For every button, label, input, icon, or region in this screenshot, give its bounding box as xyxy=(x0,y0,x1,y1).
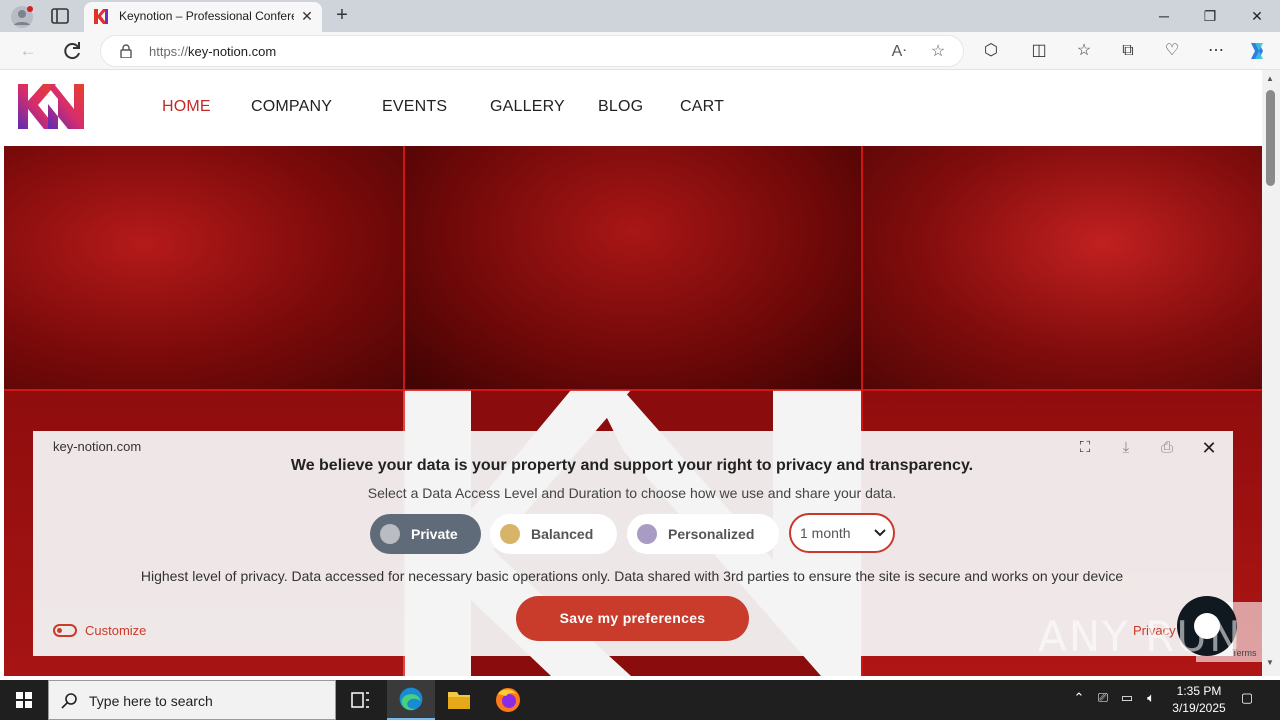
refresh-icon[interactable] xyxy=(60,39,84,63)
profile-icon[interactable] xyxy=(10,5,34,29)
favorites-icon[interactable]: ☆ xyxy=(1073,40,1095,62)
network-icon[interactable]: ▭ xyxy=(1118,690,1136,710)
nav-blog-link[interactable]: BLOG xyxy=(598,98,643,116)
notifications-icon[interactable]: ▢ xyxy=(1238,690,1256,710)
toggle-icon[interactable] xyxy=(53,624,77,637)
scroll-down-icon[interactable]: ▼ xyxy=(1266,658,1274,667)
back-button[interactable]: ← xyxy=(16,39,40,63)
firefox-icon[interactable] xyxy=(484,680,532,720)
consent-domain: key-notion.com xyxy=(53,439,142,454)
nav-cart-link[interactable]: CART xyxy=(680,98,724,116)
hero-photo-center xyxy=(405,146,861,389)
download-icon[interactable]: ⤓ xyxy=(1115,437,1137,459)
close-window-button[interactable]: ✕ xyxy=(1234,0,1280,32)
settings-more-icon[interactable]: ⋯ xyxy=(1205,40,1227,62)
level-personalized-dot xyxy=(637,524,657,544)
level-label: Personalized xyxy=(668,526,755,542)
chevron-down-icon xyxy=(874,529,886,537)
fullscreen-icon[interactable]: ⛶ xyxy=(1074,437,1096,459)
nav-company-link[interactable]: COMPANY xyxy=(251,98,332,116)
level-private-dot xyxy=(380,524,400,544)
taskbar-clock[interactable]: 1:35 PM 3/19/2025 xyxy=(1160,683,1238,717)
keynotion-favicon-icon xyxy=(94,9,108,24)
search-placeholder: Type here to search xyxy=(89,693,213,709)
file-explorer-icon[interactable] xyxy=(435,680,483,720)
level-balanced-button[interactable]: Balanced xyxy=(490,514,617,554)
clock-date: 3/19/2025 xyxy=(1172,701,1226,715)
consent-subtitle: Select a Data Access Level and Duration … xyxy=(367,485,897,501)
volume-icon[interactable]: 🔈︎ xyxy=(1142,690,1160,710)
hero-photo-left xyxy=(4,146,403,389)
tab-keynotion[interactable]: Keynotion – Professional Confere ✕ xyxy=(84,2,322,32)
duration-select[interactable]: 1 month xyxy=(789,513,895,553)
level-label: Balanced xyxy=(531,526,594,542)
level-label: Private xyxy=(411,526,458,542)
scrollbar-thumb[interactable] xyxy=(1266,90,1275,186)
scroll-up-icon[interactable]: ▲ xyxy=(1266,74,1274,83)
level-private-button[interactable]: Private xyxy=(370,514,481,554)
show-hidden-icons-icon[interactable]: ⌃ xyxy=(1070,690,1088,710)
close-dialog-icon[interactable]: ✕ xyxy=(1198,437,1220,459)
hero-divider xyxy=(4,389,1262,391)
save-preferences-button[interactable]: Save my preferences xyxy=(516,596,749,641)
close-tab-icon[interactable]: ✕ xyxy=(298,7,316,25)
windows-start-icon[interactable] xyxy=(0,680,48,720)
restore-button[interactable]: ❐ xyxy=(1187,0,1233,32)
read-aloud-icon[interactable]: Aᐧ xyxy=(889,42,909,62)
level-description: Highest level of privacy. Data accessed … xyxy=(140,568,1124,584)
tab-title: Keynotion – Professional Confere xyxy=(119,9,294,23)
favorite-star-icon[interactable]: ☆ xyxy=(928,42,948,62)
split-screen-icon[interactable]: ◫ xyxy=(1028,40,1050,62)
keynotion-logo[interactable] xyxy=(18,84,84,129)
task-view-icon[interactable] xyxy=(336,680,384,720)
url-text[interactable]: https://key-notion.com xyxy=(149,44,276,59)
hero-photo-right xyxy=(863,146,1262,389)
new-tab-button[interactable]: + xyxy=(332,5,352,27)
anyrun-watermark: ANY RUN xyxy=(1038,612,1243,661)
duration-value: 1 month xyxy=(800,525,851,541)
nav-gallery-link[interactable]: GALLERY xyxy=(490,98,565,116)
address-toolbar: ← https://key-notion.com Aᐧ ☆ ⬡ ◫ ☆ ⧉ ♡ … xyxy=(0,32,1280,70)
web-page: HOME COMPANY EVENTS GALLERY BLOG CART ke… xyxy=(0,70,1262,676)
address-bar[interactable]: https://key-notion.com Aᐧ ☆ xyxy=(100,35,964,67)
tab-actions-icon[interactable] xyxy=(50,7,70,25)
level-balanced-dot xyxy=(500,524,520,544)
taskbar-search[interactable]: Type here to search xyxy=(48,680,336,720)
windows-taskbar: Type here to search ⌃ ⎚ ▭ 🔈︎ 1:35 PM 3/1… xyxy=(0,680,1280,720)
page-scrollbar[interactable]: ▲ ▼ xyxy=(1262,70,1280,676)
nav-home-link[interactable]: HOME xyxy=(162,98,211,116)
lock-icon[interactable] xyxy=(119,44,133,58)
device-icon[interactable]: ⎚ xyxy=(1094,690,1112,710)
consent-headline: We believe your data is your property an… xyxy=(290,457,974,474)
minimize-button[interactable]: ─ xyxy=(1141,0,1187,32)
search-icon xyxy=(61,693,77,709)
customize-label: Customize xyxy=(85,623,147,638)
edge-browser-icon[interactable] xyxy=(387,680,435,720)
clock-time: 1:35 PM xyxy=(1176,684,1222,698)
site-header: HOME COMPANY EVENTS GALLERY BLOG CART xyxy=(0,70,1262,146)
collections-icon[interactable]: ⧉ xyxy=(1117,40,1139,62)
browser-essentials-icon[interactable]: ♡ xyxy=(1161,40,1183,62)
copilot-icon[interactable] xyxy=(1246,40,1268,62)
nav-events-link[interactable]: EVENTS xyxy=(382,98,447,116)
browser-tab-bar: Keynotion – Professional Confere ✕ + ─ ❐… xyxy=(0,0,1280,32)
print-icon[interactable]: ⎙ xyxy=(1156,437,1178,459)
level-personalized-button[interactable]: Personalized xyxy=(627,514,779,554)
extensions-icon[interactable]: ⬡ xyxy=(980,40,1002,62)
